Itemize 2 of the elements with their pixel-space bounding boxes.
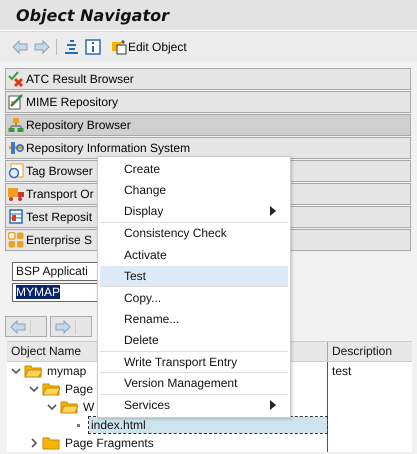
description-cell: test xyxy=(332,364,352,378)
window-title: Object Navigator xyxy=(16,6,169,24)
